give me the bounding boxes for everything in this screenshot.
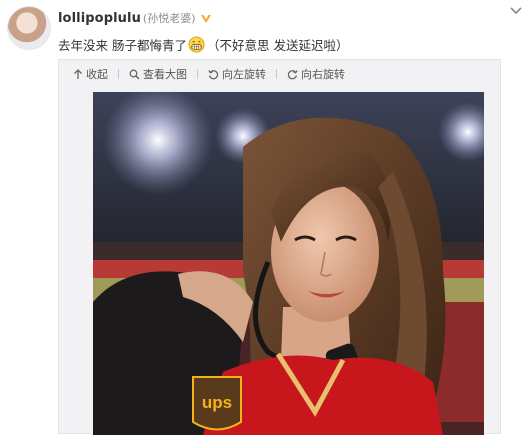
- rotate-left-icon: [208, 69, 219, 79]
- jersey-logo-text: ups: [202, 393, 232, 412]
- toolbar-divider: [276, 69, 277, 79]
- avatar[interactable]: [7, 6, 51, 50]
- chevron-down-icon[interactable]: [509, 4, 523, 18]
- collapse-up-icon: [74, 68, 82, 79]
- grin-emoji-icon: [188, 36, 205, 53]
- view-large-label: 查看大图: [143, 68, 187, 81]
- media-toolbar: 收起 查看大图 向左旋转 向右旋转: [73, 66, 355, 82]
- rotate-right-icon: [287, 69, 298, 79]
- post-text-note: （不好意思 发送延迟啦）: [206, 38, 349, 53]
- view-large-button[interactable]: 查看大图: [129, 66, 187, 82]
- toolbar-divider: [197, 69, 198, 79]
- media-expanded-box: 收起 查看大图 向左旋转 向右旋转 ups: [58, 59, 501, 435]
- post-text: 去年没来 肠子都悔青了 （不好意思 发送延迟啦）: [58, 35, 348, 54]
- post-photo[interactable]: ups: [93, 92, 484, 435]
- magnifier-icon: [129, 69, 140, 79]
- toolbar-divider: [118, 69, 119, 79]
- user-remark: (孙悦老婆): [142, 12, 196, 25]
- rotate-right-button[interactable]: 向右旋转: [287, 66, 345, 82]
- collapse-button[interactable]: 收起: [73, 66, 108, 82]
- collapse-label: 收起: [86, 68, 108, 81]
- verified-badge-icon: [200, 12, 212, 24]
- post-text-main: 去年没来 肠子都悔青了: [58, 38, 187, 53]
- rotate-left-button[interactable]: 向左旋转: [208, 66, 266, 82]
- username-link[interactable]: lollipoplulu: [58, 11, 141, 26]
- post-author-row: lollipoplulu (孙悦老婆): [58, 9, 212, 27]
- rotate-left-label: 向左旋转: [222, 68, 266, 81]
- rotate-right-label: 向右旋转: [301, 68, 345, 81]
- photo-scene: ups: [93, 92, 484, 435]
